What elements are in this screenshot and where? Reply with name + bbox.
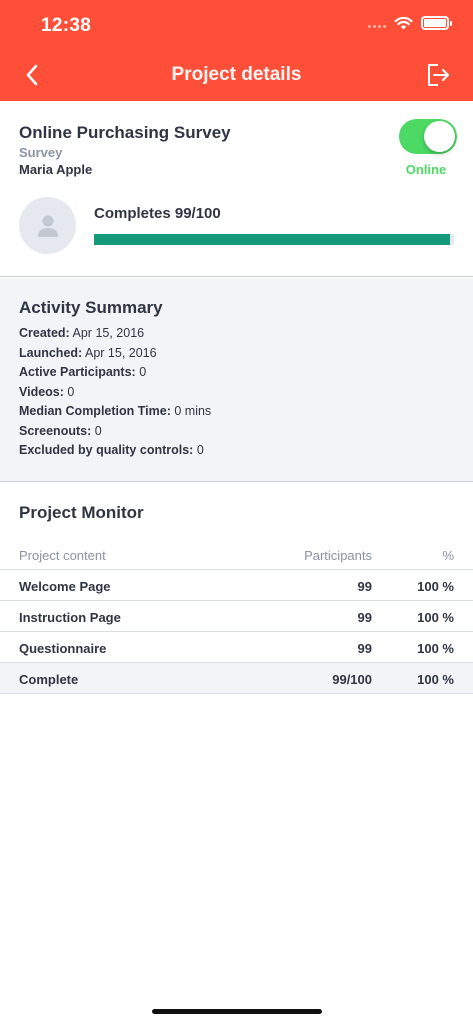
user-placeholder-icon [37, 215, 58, 237]
project-monitor-title: Project Monitor [19, 503, 144, 522]
activity-item: Active Participants: 0 [19, 365, 211, 385]
activity-value: 0 mins [174, 404, 212, 418]
activity-list: Created: Apr 15, 2016 Launched: Apr 15, … [19, 326, 211, 463]
logout-button[interactable] [423, 60, 453, 90]
activity-item: Screenouts: 0 [19, 424, 211, 444]
activity-summary-section: Activity Summary Created: Apr 15, 2016 L… [0, 278, 473, 482]
activity-label: Created: [19, 326, 70, 340]
column-header-percent: % [442, 548, 454, 563]
activity-value: 0 [196, 443, 204, 457]
row-percent: 100 % [417, 672, 454, 687]
column-header-participants: Participants [304, 548, 372, 563]
cellular-signal-icon [368, 18, 386, 28]
logout-icon [428, 64, 449, 86]
row-percent: 100 % [417, 579, 454, 594]
completes-progress-bar [94, 234, 454, 245]
activity-label: Videos: [19, 384, 64, 399]
activity-label: Active Participants: [19, 365, 136, 379]
table-row: Instruction Page 99 100 % [0, 601, 473, 632]
activity-label: Excluded by quality controls: [19, 443, 194, 457]
activity-label: Launched: [19, 345, 83, 360]
activity-value: 0 [94, 423, 102, 438]
row-percent: 100 % [417, 641, 454, 656]
completes-label: Completes 99/100 [94, 205, 221, 222]
table-row-total: Complete 99/100 100 % [0, 663, 473, 694]
completes-progress-fill [94, 234, 451, 245]
status-icons [368, 16, 452, 30]
project-owner: Maria Apple [19, 162, 93, 177]
row-participants: 99 [357, 641, 372, 656]
row-participants: 99/100 [332, 672, 372, 687]
activity-value: 0 [67, 384, 75, 399]
avatar [19, 197, 76, 254]
activity-item: Excluded by quality controls: 0 [19, 443, 211, 463]
activity-item: Created: Apr 15, 2016 [19, 326, 211, 346]
activity-value: Apr 15, 2016 [85, 345, 157, 360]
activity-value: 0 [139, 365, 147, 379]
row-participants: 99 [357, 610, 372, 625]
table-header-row: Project content Participants % [0, 539, 473, 570]
row-content: Instruction Page [19, 610, 121, 625]
project-type: Survey [19, 145, 63, 160]
activity-item: Median Completion Time: 0 mins [19, 404, 211, 424]
row-content: Welcome Page [19, 579, 111, 594]
page-title: Project details [171, 64, 302, 85]
status-time: 12:38 [41, 15, 92, 36]
app-header: 12:38 Project details [0, 0, 473, 101]
row-content: Complete [19, 672, 79, 687]
activity-item: Launched: Apr 15, 2016 [19, 346, 211, 366]
activity-value: Apr 15, 2016 [72, 326, 145, 340]
project-monitor-table: Project content Participants % Welcome P… [0, 539, 473, 694]
row-percent: 100 % [417, 610, 454, 625]
home-indicator[interactable] [152, 1009, 322, 1014]
battery-icon [421, 16, 452, 30]
wifi-icon [394, 16, 413, 30]
activity-label: Median Completion Time: [19, 404, 171, 418]
column-header-content: Project content [19, 548, 106, 563]
activity-label: Screenouts: [19, 423, 92, 438]
project-summary-card: Online Purchasing Survey Survey Maria Ap… [0, 101, 473, 277]
table-row: Questionnaire 99 100 % [0, 632, 473, 663]
toggle-knob [424, 121, 455, 152]
row-content: Questionnaire [19, 641, 107, 656]
activity-summary-title: Activity Summary [19, 298, 163, 317]
online-status-label: Online [405, 162, 447, 177]
project-name: Online Purchasing Survey [19, 123, 231, 142]
table-row: Welcome Page 99 100 % [0, 570, 473, 601]
row-participants: 99 [357, 579, 372, 594]
activity-item: Videos: 0 [19, 385, 211, 405]
online-toggle[interactable] [399, 119, 457, 154]
